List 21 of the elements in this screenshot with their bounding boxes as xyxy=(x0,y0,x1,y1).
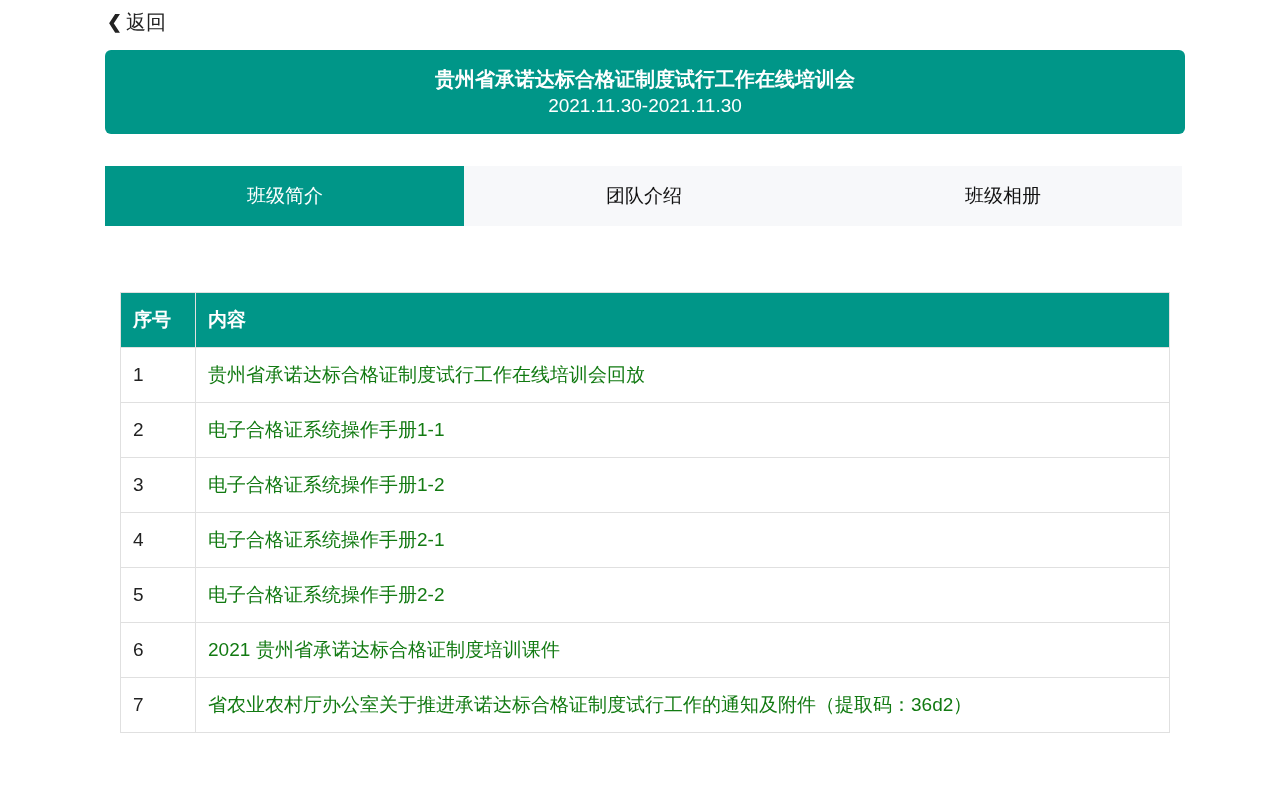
document-link[interactable]: 电子合格证系统操作手册1-1 xyxy=(208,418,445,440)
document-link[interactable]: 电子合格证系统操作手册1-2 xyxy=(208,473,445,495)
table-cell: 2 xyxy=(120,402,196,458)
tab[interactable]: 班级相册 xyxy=(823,166,1182,226)
table-cell: 1 xyxy=(120,347,196,403)
table-cell: 3 xyxy=(120,457,196,513)
tab[interactable]: 班级简介 xyxy=(105,166,464,226)
back-link[interactable]: ❮ 返回 xyxy=(105,0,1185,44)
document-link[interactable]: 2021 贵州省承诺达标合格证制度培训课件 xyxy=(208,638,560,660)
tab[interactable]: 团队介绍 xyxy=(464,166,823,226)
document-link[interactable]: 贵州省承诺达标合格证制度试行工作在线培训会回放 xyxy=(208,363,645,385)
table-cell: 4 xyxy=(120,512,196,568)
column-header: 内容 xyxy=(195,292,1170,348)
table-cell: 5 xyxy=(120,567,196,623)
date-range: 2021.11.30-2021.11.30 xyxy=(548,94,742,118)
training-title: 贵州省承诺达标合格证制度试行工作在线培训会 xyxy=(435,67,855,92)
document-link[interactable]: 电子合格证系统操作手册2-1 xyxy=(208,528,445,550)
table-cell: 7 xyxy=(120,677,196,733)
column-header: 序号 xyxy=(120,292,196,348)
document-link[interactable]: 电子合格证系统操作手册2-2 xyxy=(208,583,445,605)
table-cell: 6 xyxy=(120,622,196,678)
